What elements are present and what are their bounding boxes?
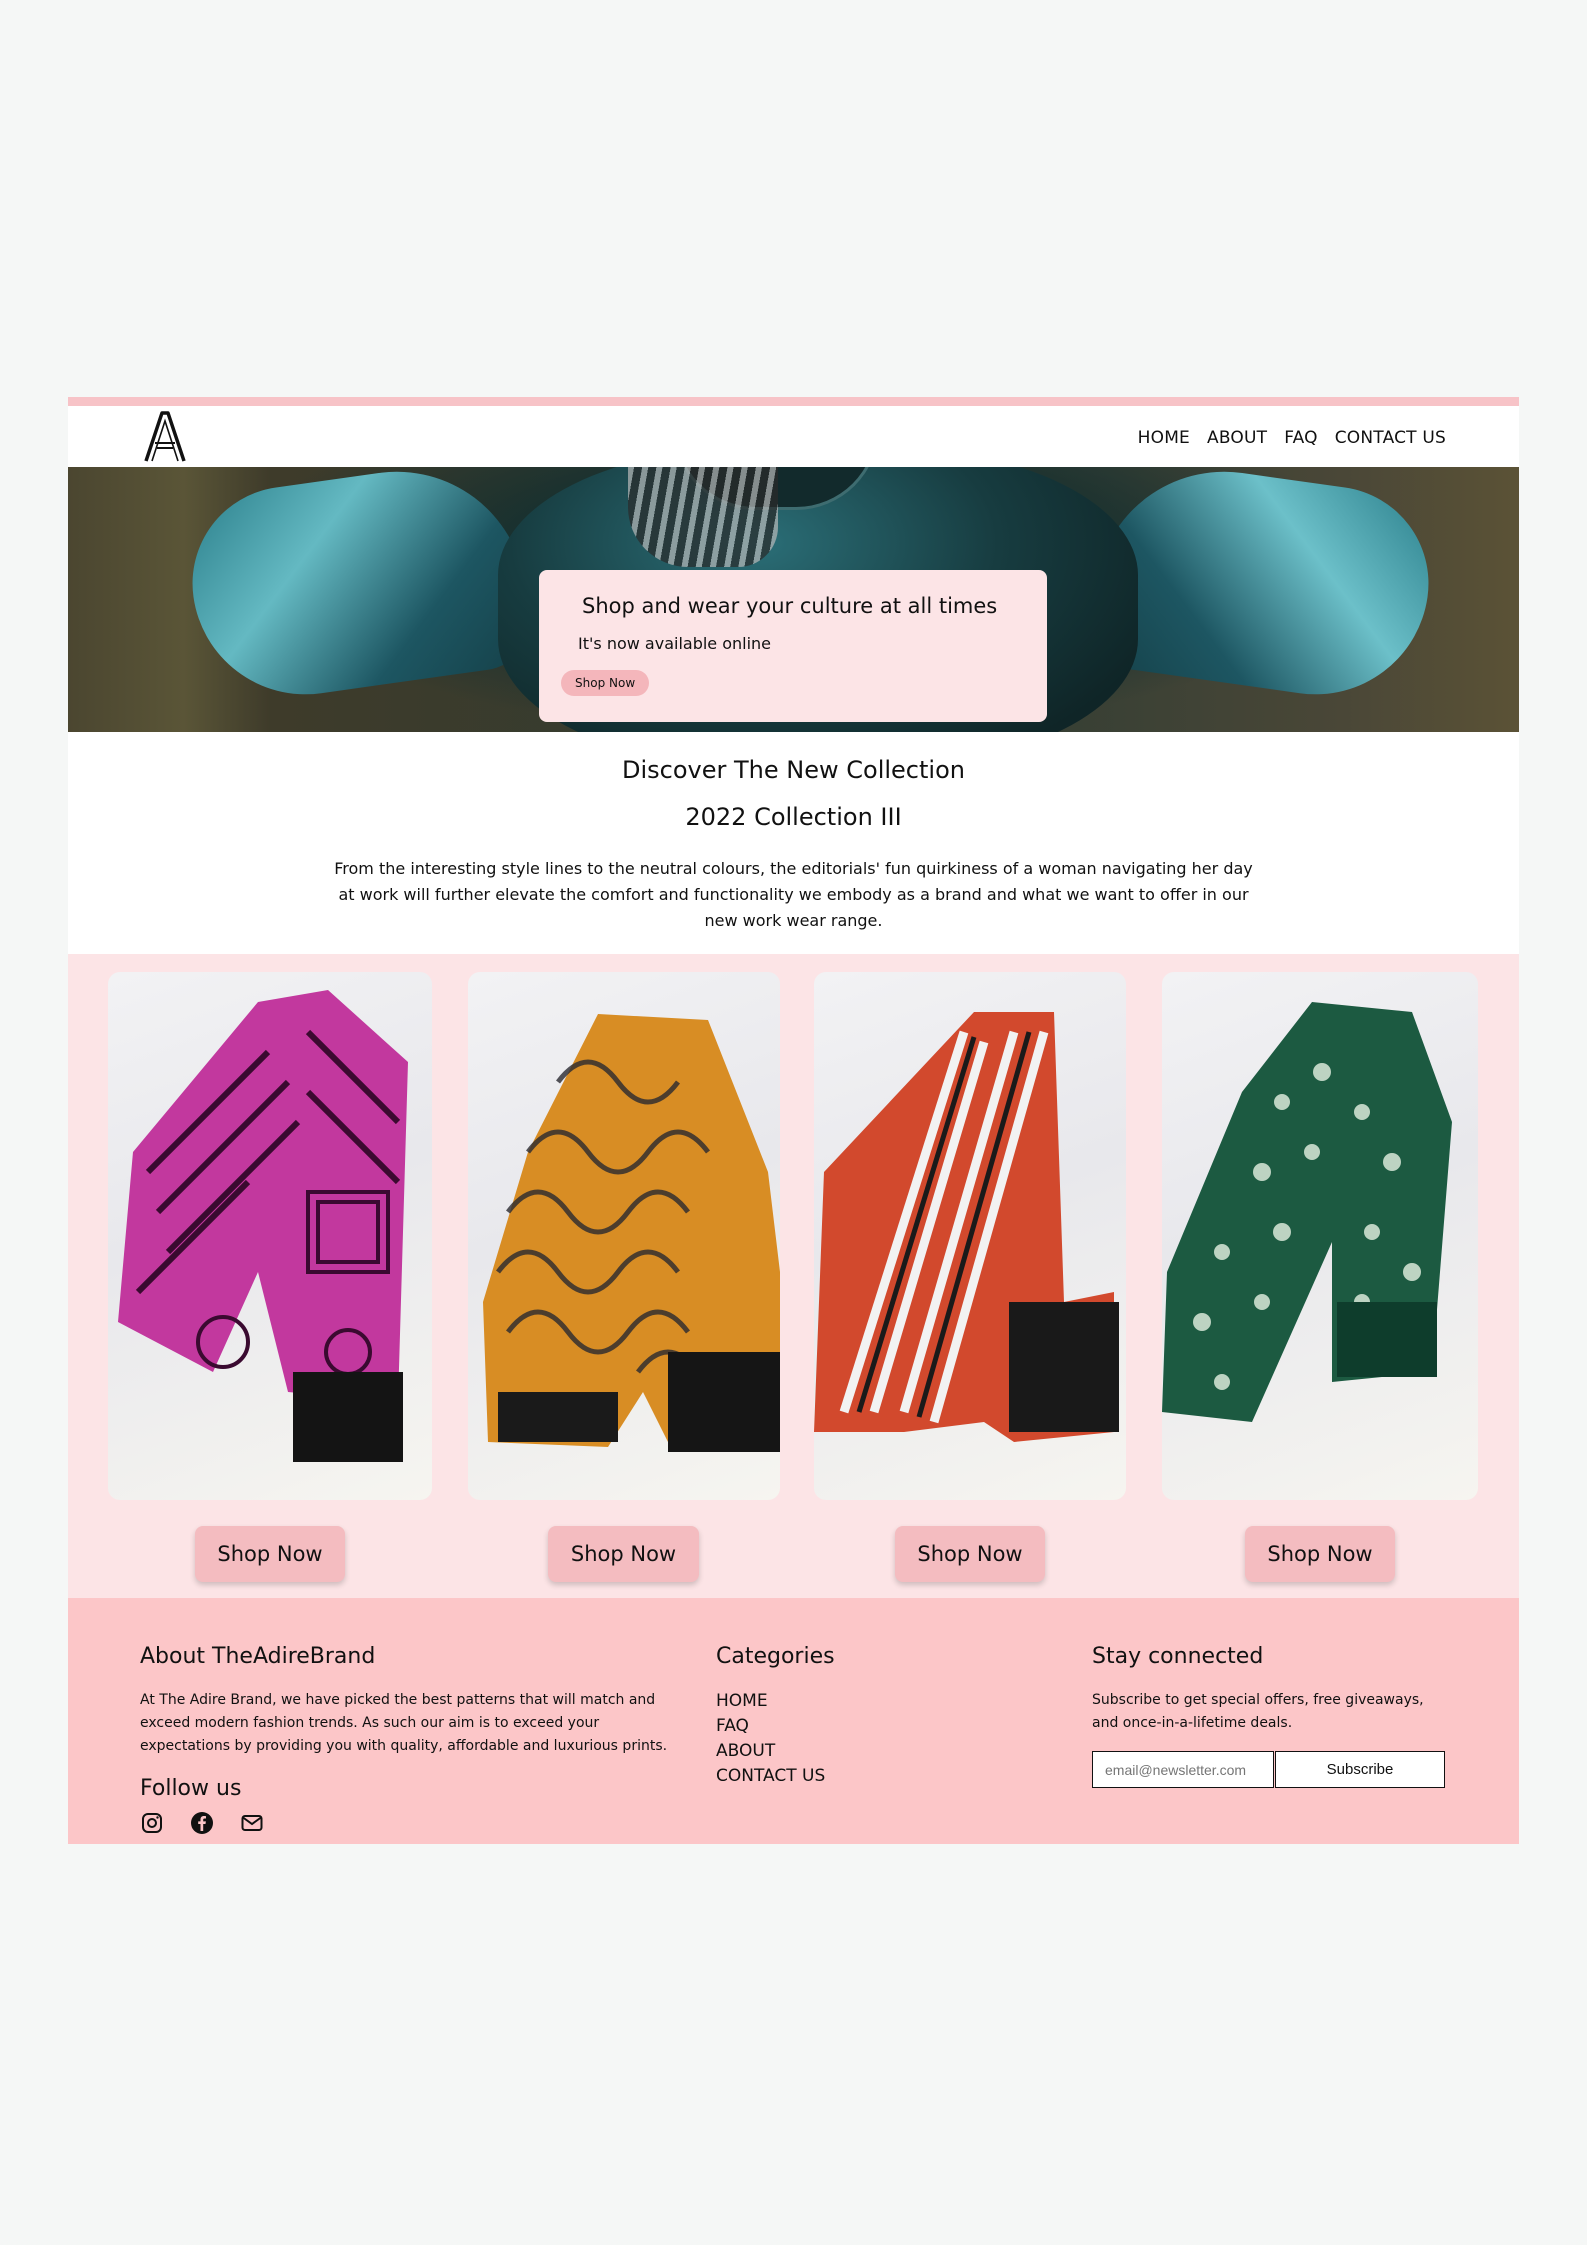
footer: About TheAdireBrand At The Adire Brand, … <box>68 1598 1519 1844</box>
footer-categories-title: Categories <box>716 1644 835 1669</box>
footer-stay-text: Subscribe to get special offers, free gi… <box>1092 1692 1424 1731</box>
product-4-shop-now-button[interactable]: Shop Now <box>1245 1526 1395 1582</box>
facebook-icon[interactable] <box>190 1811 214 1835</box>
footer-about-text: At The Adire Brand, we have picked the b… <box>140 1692 668 1754</box>
product-2-shop-now-button[interactable]: Shop Now <box>548 1526 699 1582</box>
nav-links: HOME ABOUT FAQ CONTACT US <box>1138 428 1446 448</box>
email-icon[interactable] <box>240 1811 264 1835</box>
social-links <box>140 1811 264 1835</box>
nav-link-about[interactable]: ABOUT <box>1207 428 1267 448</box>
hero-card: Shop and wear your culture at all times … <box>539 570 1047 722</box>
footer-category-home[interactable]: HOME <box>716 1689 825 1714</box>
hero-subtitle: It's now available online <box>578 634 772 653</box>
product-image-2[interactable] <box>468 972 780 1500</box>
newsletter-email-input[interactable] <box>1092 1751 1274 1788</box>
footer-stay-title: Stay connected <box>1092 1644 1264 1669</box>
product-1-shop-now-button[interactable]: Shop Now <box>195 1526 345 1582</box>
product-image-4[interactable] <box>1162 972 1478 1500</box>
product-3-shop-now-button[interactable]: Shop Now <box>895 1526 1045 1582</box>
hero-banner: Shop and wear your culture at all times … <box>68 467 1519 732</box>
collection-intro: Discover The New Collection 2022 Collect… <box>68 732 1519 954</box>
product-image-3[interactable] <box>814 972 1126 1500</box>
brand-logo-icon[interactable] <box>142 409 188 463</box>
nav-link-faq[interactable]: FAQ <box>1284 428 1318 448</box>
nav-link-home[interactable]: HOME <box>1138 428 1190 448</box>
product-image-1[interactable] <box>108 972 432 1500</box>
footer-follow-title: Follow us <box>140 1776 242 1801</box>
hero-shop-now-button[interactable]: Shop Now <box>561 670 650 696</box>
footer-about-title: About TheAdireBrand <box>140 1644 376 1669</box>
footer-category-about[interactable]: ABOUT <box>716 1739 825 1764</box>
footer-category-contact[interactable]: CONTACT US <box>716 1764 825 1789</box>
hero-photo-braids <box>628 467 778 567</box>
navbar: HOME ABOUT FAQ CONTACT US <box>68 406 1519 467</box>
collection-subheading: 2022 Collection III <box>685 803 902 831</box>
top-accent-bar <box>68 397 1519 406</box>
footer-categories-list: HOME FAQ ABOUT CONTACT US <box>716 1689 825 1789</box>
newsletter-subscribe-button[interactable]: Subscribe <box>1275 1751 1445 1788</box>
collection-description: From the interesting style lines to the … <box>334 859 1253 930</box>
nav-link-contact[interactable]: CONTACT US <box>1335 428 1446 448</box>
footer-category-faq[interactable]: FAQ <box>716 1714 825 1739</box>
instagram-icon[interactable] <box>140 1811 164 1835</box>
collection-heading: Discover The New Collection <box>622 756 965 784</box>
page-container: HOME ABOUT FAQ CONTACT US Shop and wear … <box>68 397 1519 1844</box>
hero-title: Shop and wear your culture at all times <box>582 594 998 618</box>
product-grid: Shop Now Shop Now Shop Now Shop Now <box>68 954 1519 1598</box>
